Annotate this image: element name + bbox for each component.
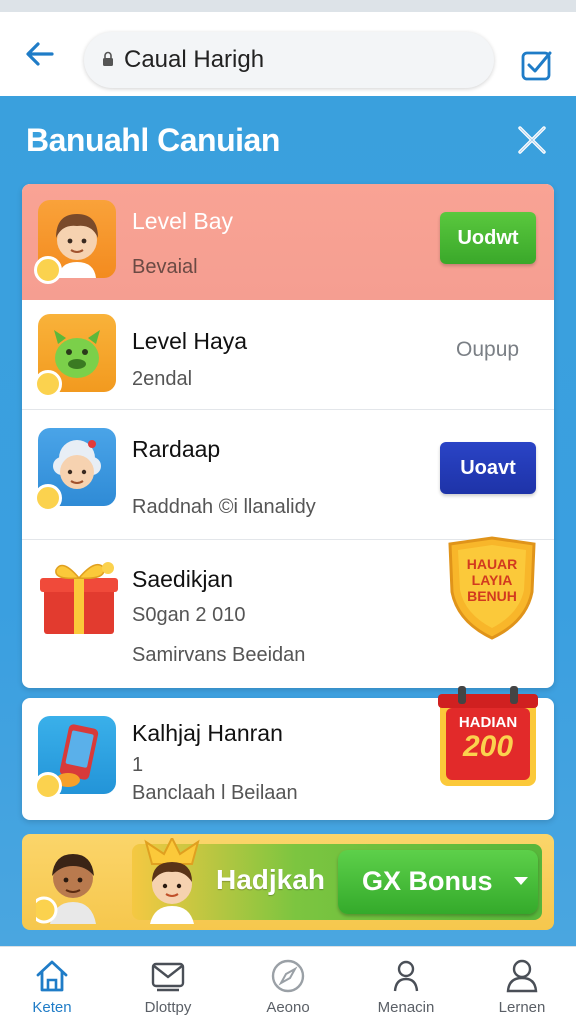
bonus-button[interactable]: GX Bonus (338, 850, 538, 914)
gift-icon (40, 562, 118, 634)
item-action-link[interactable]: Oupup (456, 338, 519, 362)
bonus-button-label: GX Bonus (362, 866, 493, 896)
nav-item-person[interactable]: Menacin (356, 957, 456, 1021)
monster-avatar-icon (34, 314, 116, 398)
calendar-badge-number: 200 (462, 730, 514, 763)
panel-title: Banuahl Canuian (26, 122, 280, 158)
calendar-badge-label: HADIAN (458, 714, 518, 731)
star-badge-icon (34, 772, 62, 800)
rewards-panel: Banuahl Canuian Level Bay Bevaial Uodwt (0, 96, 576, 946)
item-subtitle-secondary: Samirvans Beeidan (132, 644, 306, 666)
checkbox-icon[interactable] (520, 48, 554, 82)
item-action-button[interactable]: Uodwt (440, 212, 536, 264)
shield-badge-line: BENUH (467, 588, 517, 604)
nav-item-mail[interactable]: Dlottpy (118, 957, 218, 1021)
item-title: Saedikjan (132, 566, 234, 592)
star-badge-icon (34, 484, 62, 512)
nav-label: Keten (32, 999, 72, 1016)
shield-badge-line: HAUAR (466, 556, 518, 572)
address-bar-text: Caual Harigh (124, 46, 265, 73)
item-title: Level Bay (132, 208, 234, 234)
rewards-list: Level Bay Bevaial Uodwt Level Haya 2enda… (22, 184, 554, 688)
item-title: Level Haya (132, 328, 248, 354)
address-bar[interactable]: Caual Harigh (84, 32, 494, 88)
list-item[interactable]: Saedikjan S0gan 2 010 Samirvans Beeidan … (22, 536, 554, 688)
nav-item-home[interactable]: Keten (2, 957, 102, 1021)
bonus-text: Hadjkah (216, 864, 325, 895)
nav-item-profile[interactable]: Lernen (472, 957, 572, 1021)
item-subtitle: S0gan 2 010 (132, 604, 246, 626)
browser-toolbar: Caual Harigh (0, 0, 576, 96)
list-item[interactable]: Level Haya 2endal Oupup (22, 300, 554, 410)
home-icon (36, 960, 68, 992)
star-badge-icon (34, 370, 62, 398)
mail-icon (151, 962, 185, 992)
compass-icon (271, 959, 305, 993)
chevron-down-icon (514, 877, 528, 885)
calendar-badge: HADIAN 200 (436, 686, 540, 790)
item-action-button[interactable]: Uoavt (440, 442, 536, 494)
nav-label: Lernen (498, 999, 546, 1016)
item-subtitle: 2endal (132, 368, 193, 390)
list-item[interactable]: Rardaap Raddnah ©i llanalidy Uoavt (22, 410, 554, 540)
nav-label: Dlottpy (144, 999, 192, 1016)
nav-label: Aeono (266, 999, 310, 1016)
item-subtitle: 1 (132, 754, 144, 776)
grandma-avatar-icon (34, 428, 116, 512)
girl-avatar-icon (144, 838, 200, 924)
item-subtitle-secondary: Banclaah l Beilaan (132, 782, 298, 804)
list-item[interactable]: Level Bay Bevaial Uodwt (22, 184, 554, 300)
shield-badge: HAUAR LAYIA BENUH (442, 534, 542, 642)
item-subtitle: Bevaial (132, 256, 198, 278)
nav-label: Menacin (377, 999, 435, 1016)
boy-avatar-icon (34, 200, 116, 284)
item-title: Rardaap (132, 436, 221, 462)
lock-icon (103, 51, 113, 66)
back-arrow-icon[interactable] (22, 36, 58, 72)
item-subtitle: Raddnah ©i llanalidy (132, 496, 316, 518)
person-icon (393, 960, 419, 992)
bonus-banner[interactable]: Hadjkah GX Bonus (132, 838, 542, 924)
item-title: Kalhjaj Hanran (132, 720, 283, 746)
star-badge-icon (34, 256, 62, 284)
bonus-bar: Hadjkah GX Bonus (22, 834, 554, 930)
kid-avatar-icon (36, 854, 96, 924)
bottom-navigation: Keten Dlottpy Aeono Menacin Lernen (0, 946, 576, 1024)
close-icon[interactable] (514, 122, 550, 158)
nav-item-compass[interactable]: Aeono (238, 957, 338, 1021)
profile-icon (506, 959, 538, 993)
shield-badge-line: LAYIA (471, 572, 513, 588)
phone-avatar-icon (34, 716, 116, 800)
